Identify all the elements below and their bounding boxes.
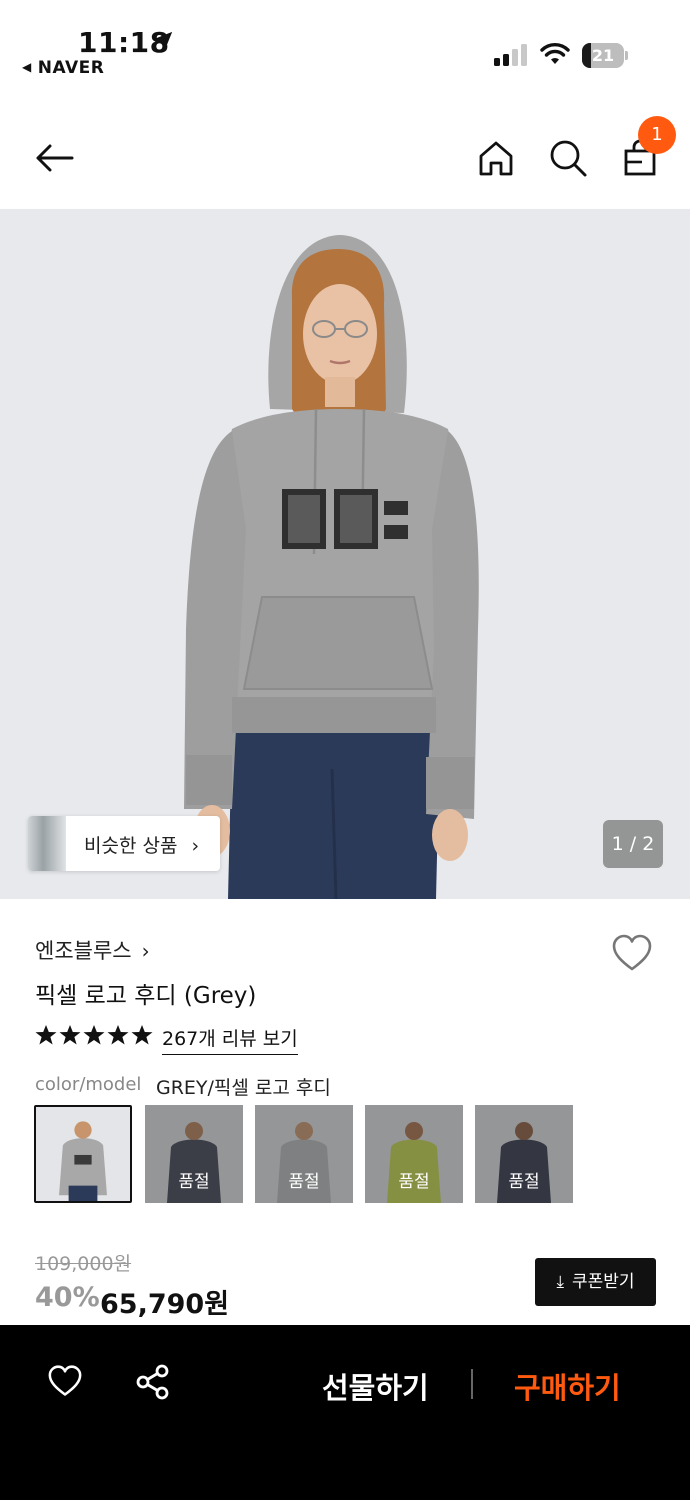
product-title: 픽셀 로고 후디 (Grey)	[35, 983, 257, 1009]
discount-rate: 40%	[35, 1282, 100, 1313]
color-swatch-dark-navy[interactable]: 품절	[475, 1105, 573, 1203]
color-swatch-navy[interactable]: 품절	[145, 1105, 243, 1203]
share-icon[interactable]	[134, 1363, 172, 1401]
location-arrow-icon	[153, 31, 173, 51]
sold-out-label: 품절	[288, 1172, 320, 1192]
gift-button[interactable]: 선물하기	[322, 1365, 429, 1407]
download-coupon-button[interactable]: ⤓ 쿠폰받기	[535, 1258, 656, 1306]
sale-price: 65,790원	[100, 1289, 230, 1320]
swatch-thumbnail	[36, 1107, 130, 1201]
wifi-icon	[540, 43, 570, 64]
home-icon[interactable]	[476, 138, 516, 178]
sold-out-label: 품절	[508, 1172, 540, 1192]
back-triangle-icon: ◀	[22, 60, 32, 74]
image-page-indicator: 1 / 2	[603, 820, 663, 868]
sold-out-label: 품절	[398, 1172, 430, 1192]
similar-products-label: 비슷한 상품 ›	[84, 835, 200, 857]
color-swatch-grey[interactable]	[34, 1105, 132, 1203]
cellular-signal-icon	[494, 44, 527, 66]
similar-products-button[interactable]: 비슷한 상품 ›	[28, 816, 220, 871]
rating-stars	[35, 1025, 153, 1045]
battery-indicator: 21	[582, 43, 628, 68]
brand-name: 엔조블루스	[35, 939, 132, 963]
heart-icon[interactable]	[47, 1365, 83, 1397]
divider	[471, 1369, 473, 1399]
bottom-action-bar: 선물하기 구매하기	[0, 1325, 690, 1500]
product-photo-model-hoodie	[0, 209, 690, 899]
back-to-app-link[interactable]: ◀ NAVER	[22, 58, 104, 78]
cart-count-badge: 1	[638, 116, 676, 154]
chevron-right-icon: ›	[141, 939, 150, 963]
option-label: color/model	[35, 1074, 142, 1095]
brand-link[interactable]: 엔조블루스 ›	[35, 935, 150, 965]
buy-button[interactable]: 구매하기	[514, 1365, 621, 1407]
coupon-button-label: 쿠폰받기	[571, 1272, 635, 1292]
back-app-label: NAVER	[37, 58, 105, 78]
reviews-link[interactable]: 267개 리뷰 보기	[162, 1024, 298, 1055]
top-navigation	[0, 110, 690, 206]
selected-option-value: GREY/픽셀 로고 후디	[156, 1077, 331, 1099]
heart-icon[interactable]	[611, 934, 653, 972]
back-arrow-icon[interactable]	[34, 138, 74, 178]
product-image[interactable]	[0, 209, 690, 899]
sold-out-label: 품절	[178, 1172, 210, 1192]
original-price: 109,000원	[35, 1253, 132, 1275]
download-icon: ⤓	[556, 1272, 564, 1292]
color-swatch-lime[interactable]: 품절	[365, 1105, 463, 1203]
battery-percent: 21	[591, 46, 615, 65]
color-swatch-light-grey[interactable]: 품절	[255, 1105, 353, 1203]
status-bar: 11:18 ◀ NAVER 21	[0, 0, 690, 96]
similar-product-thumbnail	[28, 816, 66, 871]
search-icon[interactable]	[548, 138, 588, 178]
chevron-right-icon: ›	[191, 835, 200, 857]
